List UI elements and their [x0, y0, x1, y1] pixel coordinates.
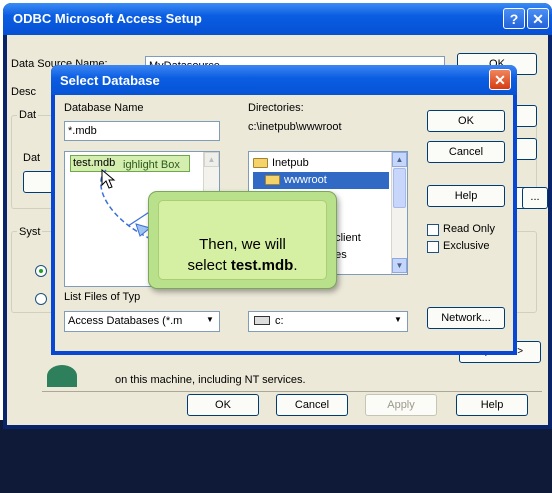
tutorial-callout: Then, we will select test.mdb.	[148, 191, 337, 289]
mouse-cursor-icon	[101, 169, 116, 189]
tutorial-callout-inner: Then, we will select test.mdb.	[158, 200, 327, 280]
callout-line-2: select test.mdb.	[187, 257, 298, 274]
callout-line-1: Then, we will	[199, 236, 286, 253]
callout-bold-filename: test.mdb	[230, 257, 294, 274]
